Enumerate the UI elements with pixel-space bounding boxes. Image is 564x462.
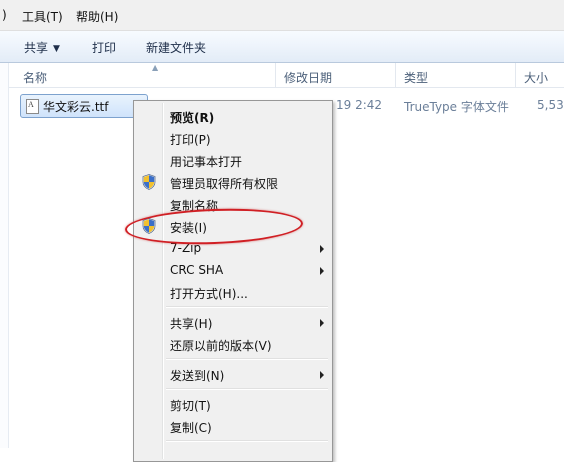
menu-item-share[interactable]: 共享(H) [134, 311, 330, 333]
menu-item-label: 发送到(N) [170, 369, 225, 383]
file-size: 5,53 [537, 98, 564, 112]
column-name[interactable]: 名称 [23, 69, 47, 86]
menu-item-label: 打开方式(H)... [170, 287, 248, 301]
submenu-arrow-icon [320, 371, 324, 379]
menu-item-label: 打印(P) [170, 133, 211, 147]
file-name: 华文彩云.ttf [43, 100, 109, 114]
menu-item-crc-sha[interactable]: CRC SHA [134, 259, 330, 281]
menu-item-open-with[interactable]: 打开方式(H)... [134, 281, 330, 303]
menu-item-take-ownership[interactable]: 管理员取得所有权限 [134, 171, 330, 193]
column-header: ▲ 名称 修改日期 类型 大小 [9, 63, 564, 88]
menu-item-label: 剪切(T) [170, 399, 211, 413]
column-modified[interactable]: 修改日期 [284, 69, 332, 86]
menu-separator [166, 358, 328, 360]
share-button-label: 共享 [24, 41, 49, 55]
menu-item-label: 共享(H) [170, 317, 213, 331]
submenu-arrow-icon [320, 319, 324, 327]
file-type: TrueType 字体文件 [404, 100, 509, 114]
print-button[interactable]: 打印 [92, 39, 116, 56]
menu-separator [166, 306, 328, 308]
menu-item-print[interactable]: 打印(P) [134, 127, 330, 149]
menu-item-label: 预览(R) [170, 111, 215, 125]
menu-item-label: 复制(C) [170, 421, 212, 435]
share-button[interactable]: 共享 ▼ [24, 39, 60, 56]
chevron-down-icon: ▼ [53, 44, 60, 54]
menu-item-cut-off[interactable]: ) [2, 8, 7, 22]
file-row-selected[interactable]: 华文彩云.ttf [20, 94, 148, 118]
menu-item-preview[interactable]: 预览(R) [134, 105, 330, 127]
menu-item-restore-previous-versions[interactable]: 还原以前的版本(V) [134, 333, 330, 355]
menu-item-send-to[interactable]: 发送到(N) [134, 363, 330, 385]
submenu-arrow-icon [320, 267, 324, 275]
sort-ascending-icon: ▲ [152, 63, 159, 72]
menu-item-copy[interactable]: 复制(C) [134, 415, 330, 437]
menu-item-label: 管理员取得所有权限 [170, 177, 279, 191]
font-file-icon [26, 99, 39, 114]
column-divider[interactable] [515, 63, 516, 87]
new-folder-button[interactable]: 新建文件夹 [146, 39, 206, 56]
file-modified-date: 19 2:42 [336, 98, 383, 112]
menu-bar: ) 工具(T) 帮助(H) [0, 0, 564, 31]
menu-item-label: 还原以前的版本(V) [170, 339, 272, 353]
navigation-pane-edge[interactable] [0, 63, 9, 448]
menu-item-label: CRC SHA [170, 263, 224, 277]
uac-shield-icon [142, 174, 156, 190]
menu-item-open-with-notepad[interactable]: 用记事本打开 [134, 149, 330, 171]
context-menu: 预览(R) 打印(P) 用记事本打开 管理员取得所有权限 复制名称 安装(I) … [133, 100, 333, 462]
column-divider[interactable] [275, 63, 276, 87]
command-bar: 共享 ▼ 打印 新建文件夹 [0, 31, 564, 63]
menu-item-help[interactable]: 帮助(H) [76, 8, 118, 25]
menu-separator [166, 388, 328, 390]
column-size[interactable]: 大小 [524, 69, 548, 86]
menu-separator [166, 440, 328, 442]
column-divider[interactable] [395, 63, 396, 87]
menu-item-cut[interactable]: 剪切(T) [134, 393, 330, 415]
column-type[interactable]: 类型 [404, 69, 428, 86]
menu-item-tools[interactable]: 工具(T) [22, 8, 63, 25]
submenu-arrow-icon [320, 245, 324, 253]
menu-item-label: 用记事本打开 [170, 155, 243, 169]
